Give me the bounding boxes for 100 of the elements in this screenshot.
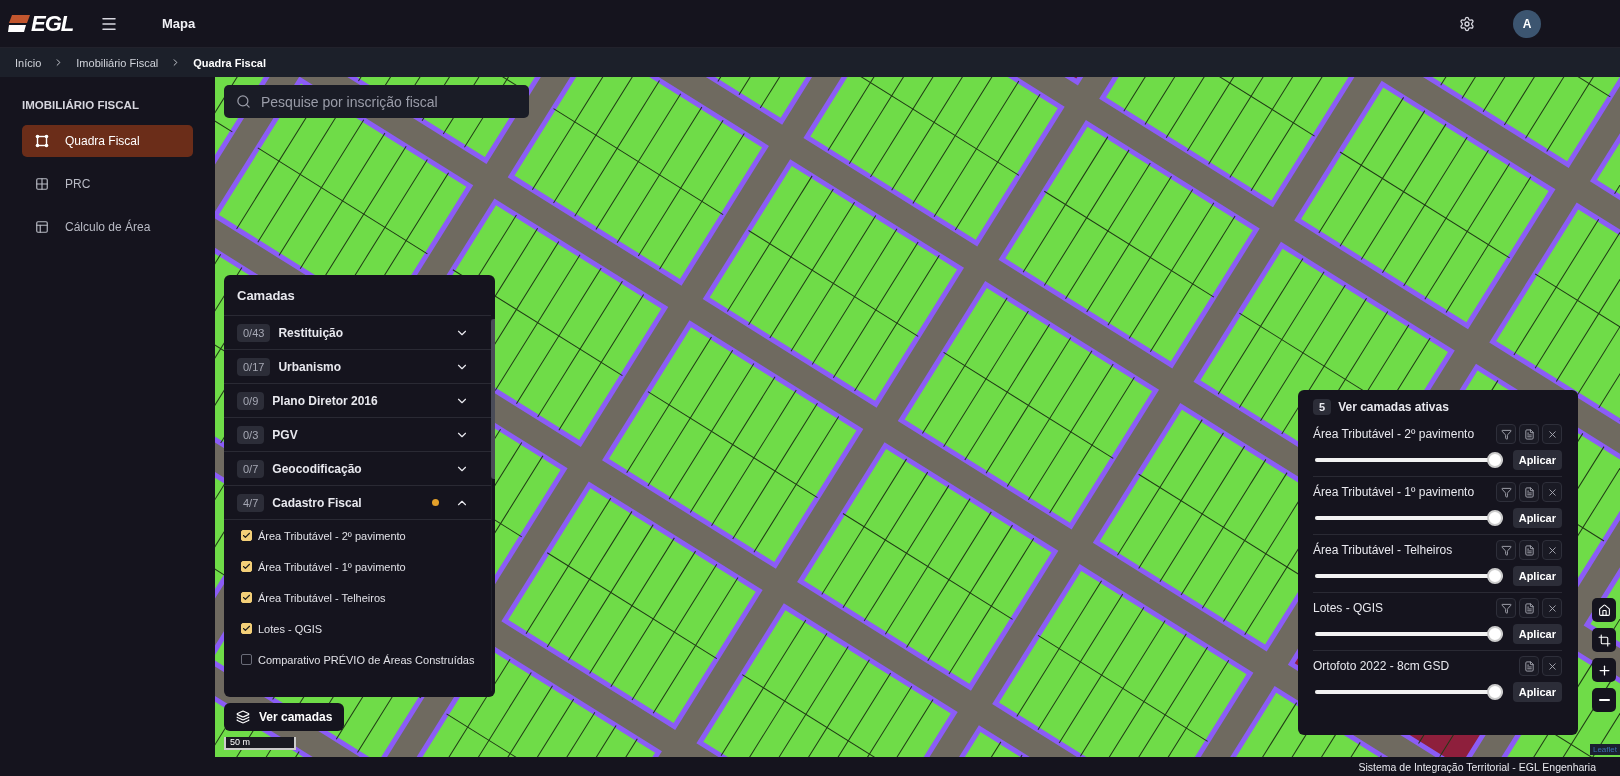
- layer-group-header[interactable]: 0/9 Plano Diretor 2016: [224, 384, 492, 418]
- slider-thumb[interactable]: [1486, 452, 1503, 468]
- opacity-slider[interactable]: [1315, 626, 1503, 642]
- close-button[interactable]: [1542, 424, 1562, 444]
- crop-icon: [1597, 633, 1611, 647]
- opacity-slider[interactable]: [1315, 568, 1503, 584]
- group-name: Plano Diretor 2016: [272, 393, 379, 408]
- plus-icon: [1596, 662, 1612, 678]
- page-title: Mapa: [162, 16, 196, 31]
- close-button[interactable]: [1542, 598, 1562, 618]
- layer-name: Área Tributável - 2º pavimento: [1313, 427, 1476, 441]
- layer-label: Comparativo PRÉVIO de Áreas Construídas: [258, 653, 475, 666]
- layer-group-header[interactable]: 0/3 PGV: [224, 418, 492, 452]
- settings-icon: [1459, 15, 1475, 32]
- minus-icon: [1598, 699, 1610, 701]
- user-avatar[interactable]: A: [1513, 9, 1541, 38]
- slider-thumb[interactable]: [1486, 568, 1503, 584]
- layer-label: Lotes - QGIS: [258, 622, 323, 635]
- opacity-slider[interactable]: [1315, 452, 1503, 468]
- crop-button[interactable]: [1592, 628, 1616, 652]
- panel-title: Ver camadas ativas: [1338, 400, 1449, 414]
- filter-button[interactable]: [1496, 424, 1516, 444]
- square-corners-icon: [35, 134, 49, 148]
- group-name: Urbanismo: [278, 359, 343, 374]
- count-badge: 0/43: [237, 323, 271, 342]
- logo-mark-icon: [8, 14, 30, 33]
- filter-button[interactable]: [1496, 540, 1516, 560]
- filter-button[interactable]: [1496, 482, 1516, 502]
- home-button[interactable]: [1592, 598, 1616, 622]
- apply-button[interactable]: Aplicar: [1512, 682, 1562, 702]
- document-button[interactable]: [1519, 424, 1539, 444]
- close-icon: [1546, 660, 1558, 672]
- apply-button[interactable]: Aplicar: [1512, 624, 1562, 644]
- layer-label: Área Tributável - 2º pavimento: [258, 529, 406, 542]
- count-badge: 0/17: [237, 357, 271, 376]
- group-name: Cadastro Fiscal: [272, 495, 363, 510]
- layer-name: Lotes - QGIS: [1313, 601, 1385, 615]
- document-button[interactable]: [1519, 598, 1539, 618]
- document-icon: [1523, 428, 1535, 440]
- grid-icon: [35, 177, 49, 191]
- layer-name: Área Tributável - 1º pavimento: [1313, 485, 1476, 499]
- opacity-slider[interactable]: [1315, 684, 1503, 700]
- checkbox[interactable]: [241, 654, 252, 665]
- filter-icon: [1500, 544, 1512, 556]
- layout-icon: [35, 220, 49, 234]
- close-button[interactable]: [1542, 482, 1562, 502]
- zoom-in-button[interactable]: [1592, 658, 1616, 682]
- zoom-out-button[interactable]: [1592, 688, 1616, 712]
- apply-button[interactable]: Aplicar: [1512, 450, 1562, 470]
- slider-thumb[interactable]: [1486, 626, 1503, 642]
- layer-group-header[interactable]: 0/17 Urbanismo: [224, 350, 492, 384]
- scale-bar: 50 m: [224, 737, 296, 750]
- layer-group-header[interactable]: 0/7 Geocodificação: [224, 452, 492, 486]
- layers-icon: [236, 710, 250, 724]
- home-icon: [1597, 603, 1611, 617]
- close-icon: [1546, 428, 1558, 440]
- slider-thumb[interactable]: [1486, 684, 1503, 700]
- filter-icon: [1500, 602, 1512, 614]
- document-button[interactable]: [1519, 656, 1539, 676]
- close-icon: [1546, 602, 1558, 614]
- group-name: Geocodificação: [272, 461, 363, 476]
- apply-button[interactable]: Aplicar: [1512, 566, 1562, 586]
- document-icon: [1523, 544, 1535, 556]
- panel-title: Camadas: [224, 275, 492, 316]
- breadcrumb-link[interactable]: Quadra Fiscal: [193, 56, 266, 69]
- breadcrumb-link[interactable]: Início: [15, 56, 42, 69]
- apply-button[interactable]: Aplicar: [1512, 508, 1562, 528]
- slider-thumb[interactable]: [1486, 510, 1503, 526]
- document-icon: [1523, 602, 1535, 614]
- close-button[interactable]: [1542, 540, 1562, 560]
- sidebar-item[interactable]: Cálculo de Área: [22, 211, 193, 243]
- sidebar-item[interactable]: PRC: [22, 168, 193, 200]
- layers-button[interactable]: Ver camadas: [224, 703, 345, 731]
- layer-label: Área Tributável - 1º pavimento: [258, 560, 406, 573]
- settings-button[interactable]: [1459, 15, 1475, 32]
- breadcrumb-link[interactable]: Imobiliário Fiscal: [76, 56, 159, 69]
- document-icon: [1523, 486, 1535, 498]
- document-button[interactable]: [1519, 482, 1539, 502]
- filter-icon: [1500, 486, 1512, 498]
- sidebar-heading: IMOBILIÁRIO FISCAL: [22, 99, 140, 111]
- close-icon: [1546, 544, 1558, 556]
- search-icon: [236, 94, 251, 109]
- layer-name: Área Tributável - Telheiros: [1313, 543, 1454, 557]
- opacity-slider[interactable]: [1315, 510, 1503, 526]
- count-badge: 0/7: [237, 459, 265, 478]
- document-icon: [1523, 660, 1535, 672]
- filter-button[interactable]: [1496, 598, 1516, 618]
- document-button[interactable]: [1519, 540, 1539, 560]
- search-field[interactable]: Pesquise por inscrição fiscal: [224, 85, 529, 118]
- close-icon: [1546, 486, 1558, 498]
- layer-group-header[interactable]: 0/43 Restituição: [224, 316, 492, 350]
- layer-name: Ortofoto 2022 - 8cm GSD: [1313, 659, 1451, 673]
- filter-icon: [1500, 428, 1512, 440]
- logo-text: EGL: [31, 10, 74, 37]
- sidebar-item[interactable]: Quadra Fiscal: [22, 125, 193, 157]
- group-name: PGV: [272, 427, 299, 442]
- count-badge: 5: [1313, 399, 1332, 415]
- layer-group-header[interactable]: 4/7 Cadastro Fiscal: [224, 486, 492, 520]
- close-button[interactable]: [1542, 656, 1562, 676]
- count-badge: 0/3: [237, 425, 265, 444]
